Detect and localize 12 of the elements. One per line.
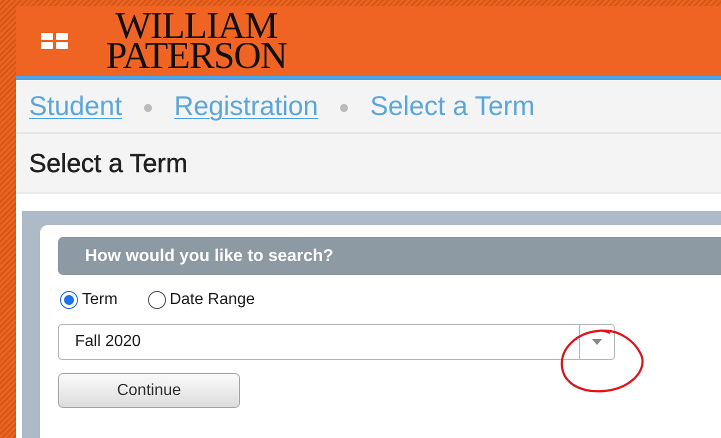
continue-button[interactable]: Continue [58,373,240,408]
term-dropdown[interactable]: Fall 2020 [58,324,615,360]
menu-icon[interactable] [41,33,68,49]
page-title: Select a Term [29,148,188,178]
section-header: How would you like to search? [58,237,721,275]
breadcrumb-current: Select a Term [370,90,535,122]
separator-dot [144,104,152,112]
logo-wordmark: WILLIAM PATERSON [106,11,287,71]
caret-icon [592,339,602,345]
radio-option[interactable]: Term [60,291,118,309]
separator-dot [340,104,348,112]
radio-option[interactable]: Date Range [148,291,255,309]
